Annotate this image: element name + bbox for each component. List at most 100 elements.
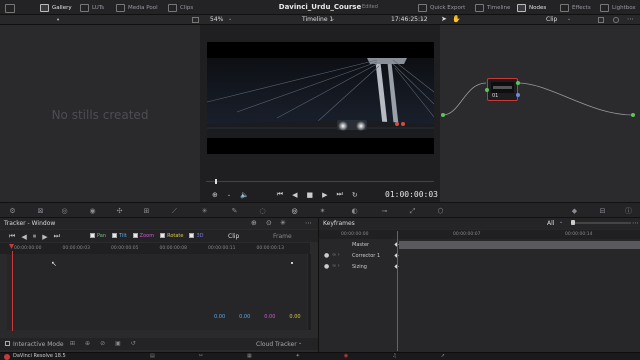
tracker-clip-button[interactable]: Clip — [228, 233, 239, 240]
zoom-slider-handle[interactable] — [571, 220, 575, 225]
track-forward-icon[interactable]: ▶ — [42, 233, 47, 241]
track-enable-icon[interactable]: ● — [324, 263, 329, 270]
insert-icon[interactable]: ⊞ — [70, 340, 75, 347]
track-stop-icon[interactable]: ⏸ — [33, 232, 37, 241]
tracker-option-checkbox[interactable] — [132, 233, 138, 238]
timecode-chevron-icon[interactable]: ⌄ — [420, 16, 424, 22]
skip-forward-icon[interactable]: ⏭ — [337, 190, 343, 199]
keyframe-track-sizing[interactable]: ● ∞ › Sizing — [319, 262, 640, 272]
key-icon[interactable]: ⊸ — [380, 207, 389, 215]
deliver-page-icon[interactable]: ➚ — [441, 353, 445, 359]
loop-icon[interactable]: ↻ — [352, 191, 358, 199]
keyframe-track-corrector-1[interactable]: ● ∞ › Corrector 1 — [319, 251, 640, 261]
interactive-mode-checkbox[interactable] — [5, 341, 10, 346]
track-reverse-frame-icon[interactable]: ⏮ — [9, 232, 15, 241]
tracker-option-3d[interactable]: 3D — [189, 233, 204, 239]
clips-tab[interactable]: Clips — [168, 2, 193, 13]
tracker-options-icon[interactable]: ⋯ — [305, 219, 312, 227]
tracker-window-icon[interactable]: ⊙ — [266, 219, 272, 227]
curves-icon[interactable]: ⟋ — [170, 207, 179, 215]
track-forward-frame-icon[interactable]: ⏭ — [54, 232, 60, 241]
timeline-tab[interactable]: Timeline — [475, 2, 510, 13]
tracker-scrollbar[interactable] — [308, 254, 311, 330]
tracker-option-checkbox[interactable] — [90, 233, 95, 238]
hand-icon[interactable]: ✋ — [452, 15, 461, 23]
reset-icon[interactable]: ↺ — [131, 340, 136, 347]
fusion-page-icon[interactable]: ✦ — [296, 353, 300, 359]
tracker-option-pan[interactable]: Pan — [90, 233, 106, 239]
audio-icon[interactable]: 🔈 — [240, 191, 249, 199]
timeline-chevron-icon[interactable]: ⌄ — [331, 16, 335, 22]
tracker-option-checkbox[interactable] — [112, 233, 118, 238]
tracker-option-checkbox[interactable] — [160, 233, 166, 238]
viewer-chevron-icon[interactable]: ⌄ — [227, 192, 231, 198]
tracker-option-rotate[interactable]: Rotate — [160, 233, 183, 239]
info-icon[interactable]: ⓘ — [624, 207, 633, 215]
gallery-tab[interactable]: Gallery — [40, 2, 72, 13]
color-match-icon[interactable]: ⊠ — [36, 207, 45, 215]
scopes-icon[interactable]: ⊟ — [598, 207, 607, 215]
delete-icon[interactable]: ⊘ — [100, 340, 105, 347]
camera-raw-icon[interactable]: ⚙ — [8, 207, 17, 215]
qualifier-icon[interactable]: ✎ — [230, 207, 239, 215]
hdr-icon[interactable]: ◉ — [88, 207, 97, 215]
sizing-icon[interactable]: ⤢ — [408, 207, 417, 215]
keyframes-filter[interactable]: All — [547, 220, 554, 227]
stop-icon[interactable]: ■ — [307, 191, 314, 199]
cloud-tracker-select[interactable]: Cloud Tracker — [256, 341, 297, 348]
play-icon[interactable]: ▶ — [322, 191, 327, 199]
motion-effects-icon[interactable]: ⊞ — [142, 207, 151, 215]
tracker-option-tilt[interactable]: Tilt — [112, 233, 127, 239]
magic-mask-icon[interactable]: ✶ — [318, 207, 327, 215]
node-01[interactable]: 01 — [485, 78, 520, 101]
edit-page-icon[interactable]: ▦ — [247, 353, 252, 359]
node-layout-icon[interactable] — [598, 17, 604, 23]
media-page-icon[interactable]: ▤ — [150, 353, 155, 359]
track-reverse-icon[interactable]: ◀ — [21, 233, 26, 241]
tracker-frame-button[interactable]: Frame — [273, 233, 292, 240]
tracker-option-checkbox[interactable] — [189, 233, 195, 238]
frame-icon[interactable]: ▣ — [115, 340, 121, 347]
skip-back-icon[interactable]: ⏮ — [277, 190, 283, 199]
node-mode-select[interactable]: Clip — [546, 16, 557, 23]
track-expand-icon[interactable]: ∞ › — [332, 263, 340, 269]
mode-chevron-icon[interactable]: ⌄ — [567, 16, 571, 22]
nodes-tab[interactable]: Nodes — [517, 2, 546, 13]
quick-export-button[interactable]: Quick Export — [418, 2, 465, 13]
tracker-ruler[interactable]: 00:00:00:00 00:00:00:03 00:00:00:05 00:00:0… — [0, 243, 310, 254]
tracker-option-zoom[interactable]: Zoom — [132, 233, 154, 239]
timeline-name[interactable]: Timeline 1 — [302, 16, 333, 23]
color-page-icon[interactable]: ◉ — [344, 353, 348, 359]
viewer-scrub-bar[interactable] — [206, 179, 434, 184]
tracker-playhead[interactable] — [12, 251, 13, 331]
effects-tab[interactable]: Effects — [560, 2, 591, 13]
keyframes-options-icon[interactable]: ⋯ — [632, 219, 639, 227]
clip-viewer-icon[interactable]: ⊕ — [212, 191, 218, 199]
filter-chevron-icon[interactable]: ⌄ — [559, 219, 563, 225]
keyframe-track-master[interactable]: Master — [319, 240, 640, 250]
media-pool-tab[interactable]: Media Pool — [116, 2, 158, 13]
master-keyframe-bar[interactable] — [399, 241, 640, 249]
play-reverse-icon[interactable]: ◀ — [292, 191, 297, 199]
tracker-icon[interactable]: ◎ — [290, 207, 299, 215]
lightbox-tab[interactable]: Lightbox — [600, 2, 636, 13]
track-enable-icon[interactable]: ● — [324, 252, 329, 259]
color-warper-icon[interactable]: ✳ — [200, 207, 209, 215]
pointer-icon[interactable]: ➤ — [441, 15, 447, 23]
color-wheels-icon[interactable]: ◎ — [60, 207, 69, 215]
set-point-icon[interactable]: ⊕ — [85, 340, 90, 347]
cloud-chevron-icon[interactable]: ⌄ — [298, 340, 302, 346]
keyframes-playhead[interactable] — [397, 231, 398, 351]
keyframes-zoom-slider[interactable] — [571, 222, 631, 224]
window-icon[interactable]: ◌ — [258, 207, 267, 215]
tracker-fx-icon[interactable]: ✳ — [280, 219, 286, 227]
left-toggle-icon[interactable] — [5, 3, 15, 14]
highlight-icon[interactable] — [613, 17, 619, 23]
cut-page-icon[interactable]: ✂ — [199, 353, 203, 359]
rgb-mixer-icon[interactable]: ✣ — [115, 207, 124, 215]
scrub-playhead[interactable] — [215, 179, 218, 184]
3d-icon[interactable]: ⬡ — [436, 207, 445, 215]
node-key-output-icon[interactable] — [516, 93, 520, 97]
more-options-icon[interactable]: ⋯ — [627, 15, 634, 23]
viewer-layout-icon[interactable] — [192, 17, 199, 23]
